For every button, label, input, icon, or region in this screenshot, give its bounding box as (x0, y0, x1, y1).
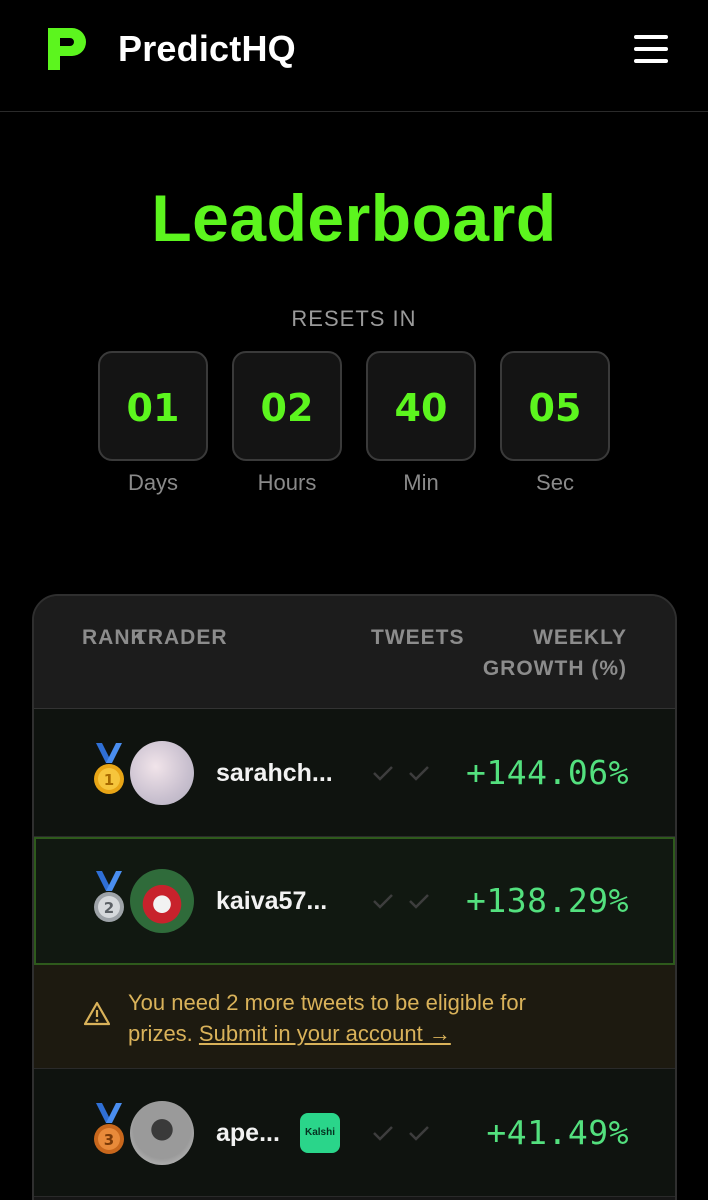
table-row-current-user[interactable]: 2 kaiva57... +138.29% (34, 837, 675, 965)
submit-account-link[interactable]: Submit in your account → (199, 1021, 451, 1046)
tweet-checks-icon (373, 894, 429, 909)
countdown-min-value: 40 (394, 386, 448, 430)
weekly-growth-value: +144.06% (466, 753, 629, 792)
svg-text:1: 1 (104, 771, 114, 789)
avatar[interactable] (130, 869, 194, 933)
countdown-days-label: Days (127, 470, 179, 495)
weekly-growth-value: +138.29% (466, 881, 629, 920)
countdown-sec-box: 05 (500, 351, 610, 461)
svg-text:2: 2 (104, 899, 114, 917)
brand-name[interactable]: PredictHQ (118, 28, 296, 70)
countdown-hours-label: Hours (257, 470, 317, 495)
tweet-checks-icon (373, 766, 429, 781)
eligibility-notice: You need 2 more tweets to be eligible fo… (34, 965, 675, 1069)
bronze-medal-icon: 3 (94, 1103, 124, 1154)
countdown-min-label: Min (403, 470, 439, 495)
tweet-checks-icon (373, 1126, 429, 1141)
countdown-days-value: 01 (126, 386, 180, 430)
predicthq-logo-icon[interactable] (46, 28, 86, 70)
table-row[interactable]: 1 sarahch... +144.06% (34, 709, 675, 837)
header-weekly[interactable]: WEEKLY (533, 626, 627, 650)
countdown-hours-value: 02 (260, 386, 314, 430)
countdown-hours-box: 02 (232, 351, 342, 461)
table-header: RANK TRADER TWEETS WEEKLY GROWTH (%) (34, 596, 675, 709)
weekly-growth-value: +41.49% (486, 1113, 629, 1152)
table-row[interactable]: 3 ape... Kalshi +41.49% (34, 1069, 675, 1197)
resets-label: RESETS IN (291, 306, 417, 331)
page-title: Leaderboard (151, 181, 557, 255)
trader-name[interactable]: sarahch... (216, 759, 333, 788)
hamburger-menu-icon[interactable] (632, 32, 672, 66)
avatar[interactable] (130, 1101, 194, 1165)
trader-name[interactable]: kaiva57... (216, 887, 327, 916)
kalshi-badge: Kalshi (300, 1113, 340, 1153)
top-navbar: PredictHQ (0, 0, 708, 112)
countdown-sec-label: Sec (536, 470, 574, 495)
countdown-days-box: 01 (98, 351, 208, 461)
gold-medal-icon: 1 (94, 743, 124, 794)
trader-name[interactable]: ape... (216, 1119, 280, 1148)
notice-text: You need 2 more tweets to be eligible fo… (128, 987, 588, 1049)
countdown-sec-value: 05 (528, 386, 582, 430)
avatar[interactable] (130, 741, 194, 805)
svg-text:3: 3 (104, 1131, 114, 1149)
header-trader[interactable]: TRADER (134, 626, 228, 650)
silver-medal-icon: 2 (94, 871, 124, 922)
header-growth[interactable]: GROWTH (%) (483, 657, 627, 681)
leaderboard-table: RANK TRADER TWEETS WEEKLY GROWTH (%) 1 s… (32, 594, 677, 1200)
header-tweets[interactable]: TWEETS (371, 626, 465, 650)
countdown-min-box: 40 (366, 351, 476, 461)
warning-icon (84, 1001, 110, 1026)
